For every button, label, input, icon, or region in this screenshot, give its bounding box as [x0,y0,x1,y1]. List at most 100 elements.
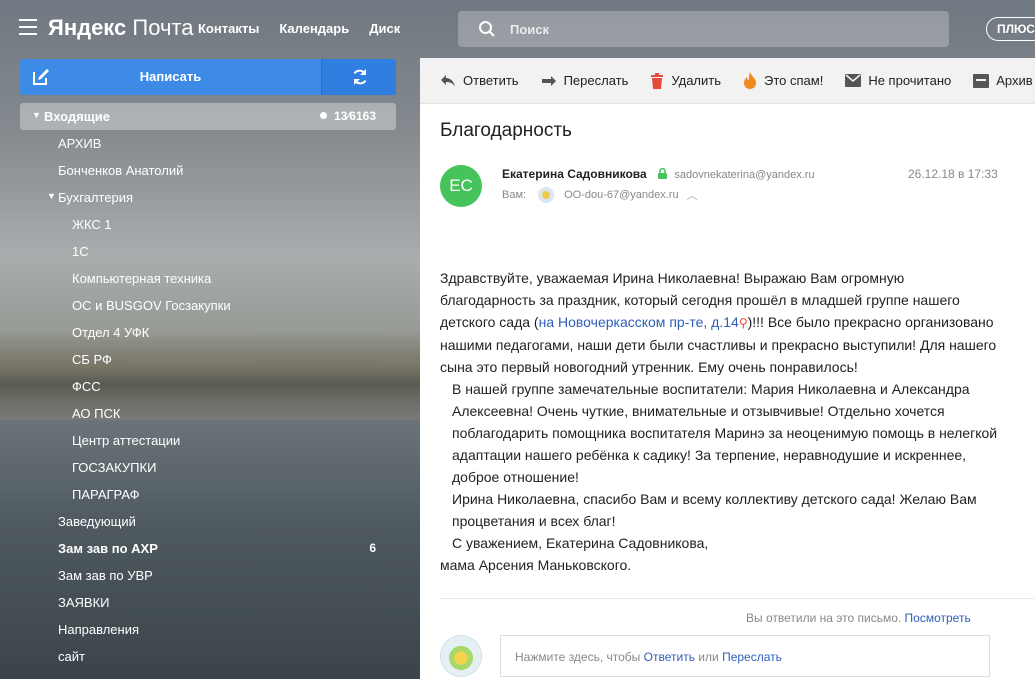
nav-calendar[interactable]: Календарь [279,21,349,36]
folder-label: Направления [58,622,140,637]
folder-label: ПАРАГРАФ [72,487,140,502]
recipient-line: Вам: OO-dou-67@yandex.ru ︿ [502,187,698,203]
folder-label: Компьютерная техника [72,271,212,286]
reply-button[interactable]: Ответить [440,73,519,88]
folder-item[interactable]: ФСС [20,373,396,400]
folder-label: СБ РФ [72,352,112,367]
reply-icon [441,74,455,87]
body-paragraph-2: В нашей группе замечательные воспитатели… [452,381,998,485]
delete-button[interactable]: Удалить [650,72,721,89]
top-nav: Контакты Календарь Диск [198,21,400,36]
message-subject: Благодарность [440,120,572,141]
folder-label: сайт [58,649,85,664]
folder-item[interactable]: 1С [20,238,396,265]
folder-label: Бонченков Анатолий [58,163,184,178]
recipient-email[interactable]: OO-dou-67@yandex.ru [564,189,679,201]
forward-button[interactable]: Переслать [541,73,628,88]
folder-label: АО ПСК [72,406,121,421]
folder-item[interactable]: ▼ Бухгалтерия [20,184,396,211]
fire-icon [744,72,757,89]
folder-label: ГОСЗАКУПКИ [72,460,157,475]
folder-label: Отдел 4 УФК [72,325,150,340]
replied-notice: Вы ответили на это письмо. Посмотреть [746,611,971,625]
folder-item[interactable]: Направления [20,616,396,643]
folder-inbox[interactable]: ▼ Входящие 13⁄6163 [20,103,396,130]
recipient-avatar [538,187,555,203]
folder-item[interactable]: ОС и BUSGOV Госзакупки [20,292,396,319]
nav-contacts[interactable]: Контакты [198,21,259,36]
folder-label: ЗАЯВКИ [58,595,110,610]
folder-unread-count: 6 [369,541,376,555]
folder-item[interactable]: Центр аттестации [20,427,396,454]
folder-label: Бухгалтерия [58,190,134,205]
body-paragraph-3: Ирина Николаевна, спасибо Вам и всему ко… [452,491,977,529]
message-pane: Ответить Переслать Удалить Это спам! Не … [420,58,1035,679]
map-pin-icon[interactable]: ⚲ [739,316,748,330]
quick-reply-link[interactable]: Ответить [644,650,695,664]
folder-label: Зам зав по АХР [58,541,158,556]
archive-icon [973,73,990,88]
quick-reply-box[interactable]: Нажмите здесь, чтобы Ответить или Пересл… [500,635,990,677]
folder-list: ▼ Входящие 13⁄6163 АРХИВ Бонченков Анатол… [20,103,396,670]
chevron-up-icon[interactable]: ︿ [687,187,698,203]
folder-label: 1С [72,244,89,259]
sender-email[interactable]: sadovnekaterina@yandex.ru [674,169,814,181]
archive-button[interactable]: Архив [973,73,1033,88]
nav-disk[interactable]: Диск [369,21,400,36]
sender-avatar[interactable]: ЕС [440,165,482,207]
mark-unread-button[interactable]: Не прочитано [845,73,951,88]
plus-button[interactable]: ПЛЮС [986,17,1035,41]
body-paragraph-4: С уважением, Екатерина Садовникова, [452,535,709,551]
view-reply-link[interactable]: Посмотреть [905,611,971,625]
folder-label: Зам зав по УВР [58,568,153,583]
folder-item[interactable]: Бонченков Анатолий [20,157,396,184]
folder-item[interactable]: Компьютерная техника [20,265,396,292]
address-link[interactable]: на Новочеркасском пр-те, д.14 [539,314,739,330]
folder-item[interactable]: АО ПСК [20,400,396,427]
folder-item[interactable]: ЖКС 1 [20,211,396,238]
folder-label: ЖКС 1 [72,217,112,232]
compose-label: Написать [139,69,202,84]
body-paragraph-1: Здравствуйте, уважаемая Ирина Николаевна… [440,270,997,375]
forward-icon [541,75,556,86]
search-box [458,11,949,47]
user-avatar[interactable] [440,635,482,677]
compose-button[interactable]: Написать [20,59,321,95]
message-body: Здравствуйте, уважаемая Ирина Николаевна… [440,267,1000,576]
folder-label: ОС и BUSGOV Госзакупки [72,298,231,313]
folder-item[interactable]: ГОСЗАКУПКИ [20,454,396,481]
menu-icon[interactable] [19,19,37,35]
folder-item[interactable]: Отдел 4 УФК [20,319,396,346]
lock-icon [658,168,668,179]
message-date: 26.12.18 в 17:33 [908,167,998,181]
folder-item[interactable]: ЗАЯВКИ [20,589,396,616]
divider [440,598,1035,599]
expand-triangle-icon[interactable]: ▼ [32,110,41,120]
folder-label: Центр аттестации [72,433,181,448]
body-paragraph-5: мама Арсения Маньковского. [440,557,632,573]
folder-label: ФСС [72,379,101,394]
yandex-mail-logo[interactable]: Яндекс Почта [48,15,193,41]
refresh-button[interactable] [321,59,396,95]
unread-dot-icon [319,112,327,119]
trash-icon [651,72,664,89]
folder-item[interactable]: Зам зав по АХР 6 [20,535,396,562]
spam-button[interactable]: Это спам! [743,72,823,89]
expand-triangle-icon[interactable]: ▼ [47,191,56,201]
inbox-counter: 13⁄6163 [319,109,376,123]
folder-item[interactable]: АРХИВ [20,130,396,157]
refresh-icon [353,69,367,85]
envelope-icon [845,74,862,87]
folder-item[interactable]: ПАРАГРАФ [20,481,396,508]
top-header: Яндекс Почта Контакты Календарь Диск ПЛЮ… [0,0,1035,58]
search-input[interactable] [510,11,930,47]
folder-item[interactable]: Зам зав по УВР [20,562,396,589]
quick-forward-link[interactable]: Переслать [722,650,782,664]
message-toolbar: Ответить Переслать Удалить Это спам! Не … [420,58,1035,104]
sender-line: Екатерина Садовникова sadovnekaterina@ya… [502,167,815,181]
folder-item[interactable]: Заведующий [20,508,396,535]
sender-name[interactable]: Екатерина Садовникова [502,167,647,181]
folder-item[interactable]: СБ РФ [20,346,396,373]
folder-label: АРХИВ [58,136,102,151]
folder-item[interactable]: сайт [20,643,396,670]
